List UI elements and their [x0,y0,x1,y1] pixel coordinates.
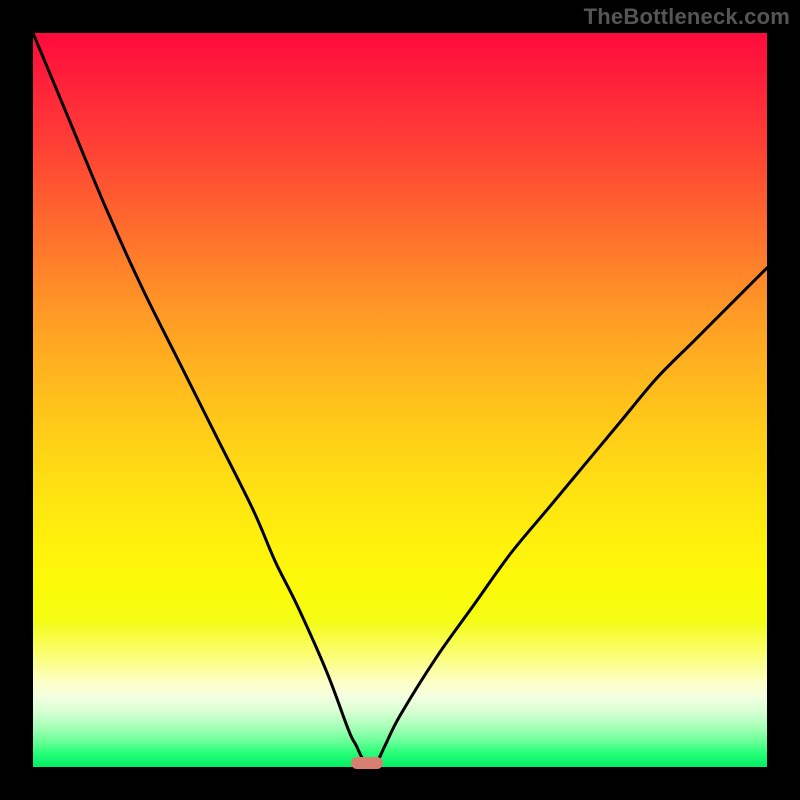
bottleneck-curve [33,33,767,767]
chart-frame: TheBottleneck.com [0,0,800,800]
plot-area [33,33,767,767]
optimum-marker [351,757,383,769]
watermark-text: TheBottleneck.com [584,4,790,30]
